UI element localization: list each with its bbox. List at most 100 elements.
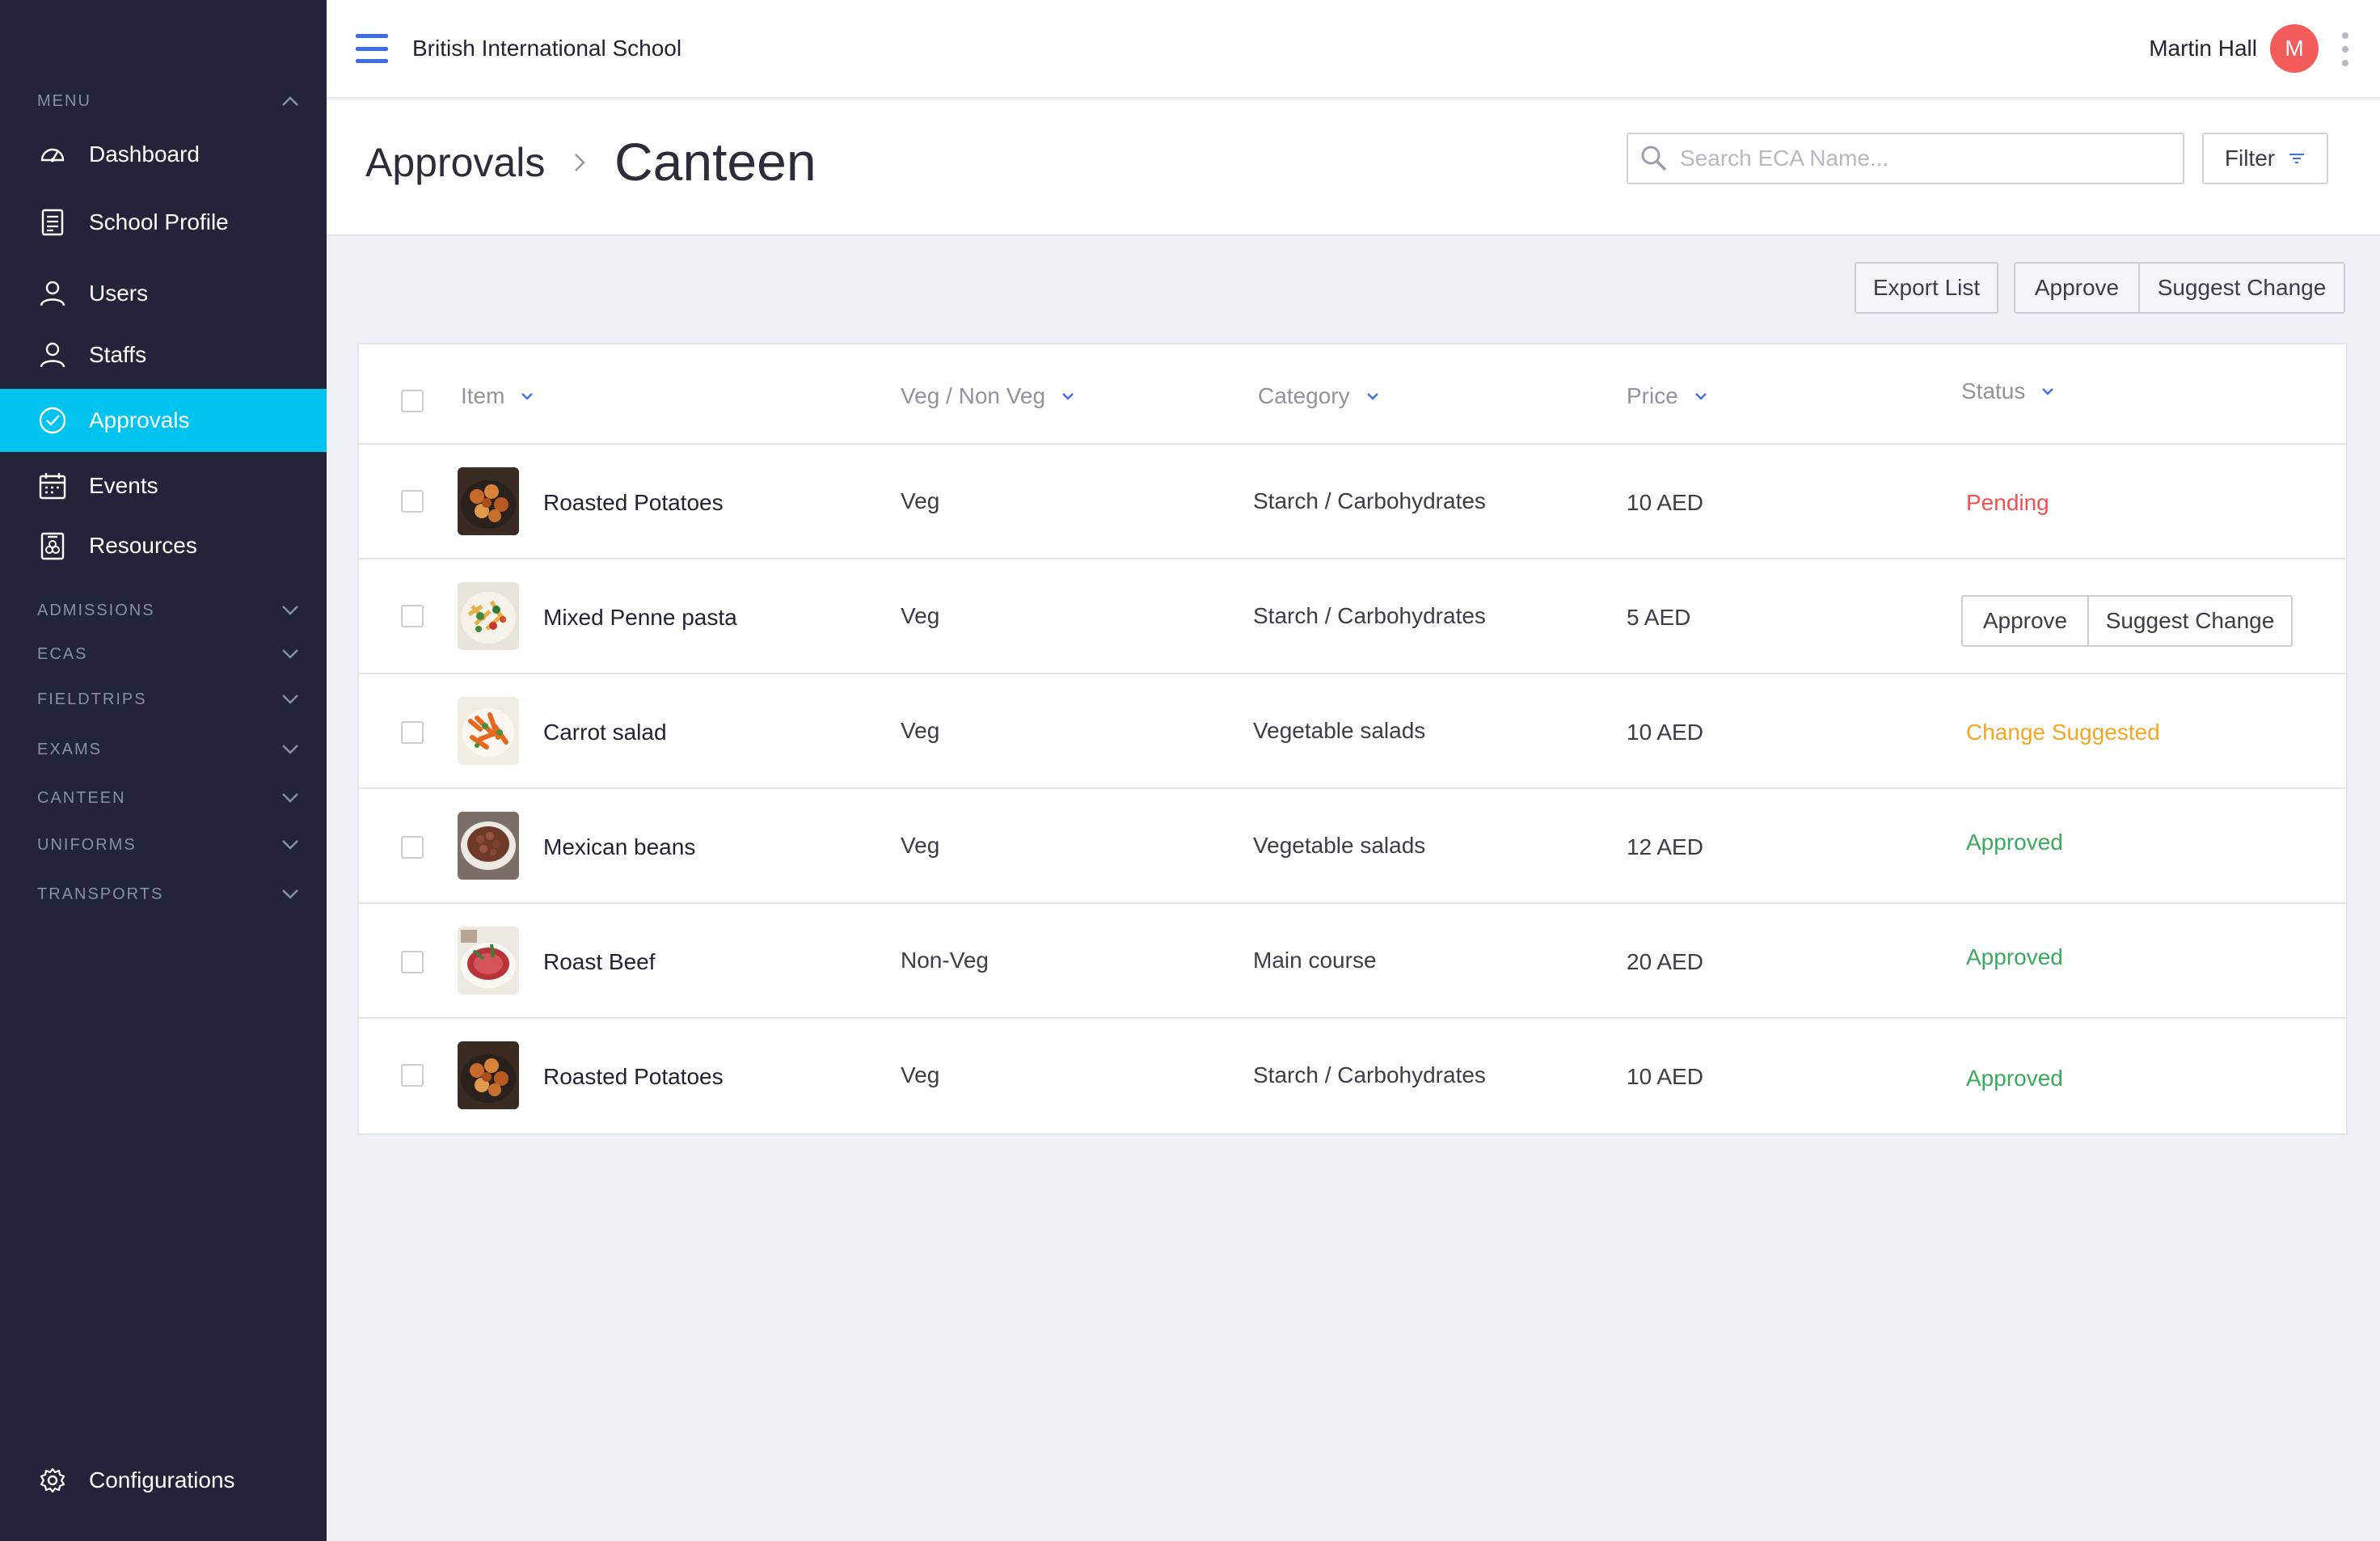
suggest-change-button[interactable]: Suggest Change — [2138, 262, 2345, 314]
page-title: Canteen — [614, 132, 817, 192]
column-header-veg[interactable]: Veg / Non Veg — [901, 383, 1076, 409]
table-header: Item Veg / Non Veg Category Price Status — [359, 344, 2346, 445]
sidebar-item-dashboard[interactable]: Dashboard — [0, 123, 327, 186]
item-name: Mexican beans — [543, 834, 696, 859]
column-header-status[interactable]: Status — [1961, 378, 2056, 404]
breadcrumb-parent[interactable]: Approvals — [365, 139, 545, 186]
table-row[interactable]: Carrot salad Veg Vegetable salads 10 AED… — [359, 674, 2346, 789]
avatar[interactable]: M — [2270, 24, 2319, 73]
section-ecas[interactable]: ECAS — [37, 642, 301, 666]
chevron-down-icon — [1060, 391, 1076, 402]
sidebar-item-label: Resources — [89, 533, 197, 558]
table-row[interactable]: Roasted Potatoes Veg Starch / Carbohydra… — [359, 1019, 2346, 1134]
item-name: Roasted Potatoes — [543, 1064, 724, 1089]
veg-type: Non-Veg — [901, 948, 989, 973]
menu-header[interactable]: MENU — [37, 91, 301, 112]
chevron-down-icon[interactable] — [280, 834, 301, 855]
sidebar-item-school-profile[interactable]: School Profile — [0, 191, 327, 254]
school-name: British International School — [412, 36, 682, 61]
sidebar-item-resources[interactable]: Resources — [0, 514, 327, 577]
column-header-item[interactable]: Item — [461, 383, 535, 409]
row-checkbox[interactable] — [401, 721, 424, 744]
section-label: FIELDTRIPS — [37, 690, 147, 708]
user-icon — [37, 340, 68, 370]
food-thumbnail — [458, 812, 519, 880]
chevron-down-icon[interactable] — [280, 884, 301, 905]
section-uniforms[interactable]: UNIFORMS — [37, 833, 301, 857]
sidebar-item-configurations[interactable]: Configurations — [0, 1449, 327, 1512]
column-label: Veg / Non Veg — [901, 383, 1046, 408]
search-box[interactable] — [1627, 133, 2184, 184]
table-row[interactable]: Roasted Potatoes Veg Starch / Carbohydra… — [359, 445, 2346, 559]
chevron-up-icon[interactable] — [280, 91, 301, 112]
sidebar-item-label: Events — [89, 473, 158, 498]
price: 12 AED — [1627, 834, 1703, 859]
section-exams[interactable]: EXAMS — [37, 737, 301, 762]
export-list-button[interactable]: Export List — [1855, 262, 1998, 314]
more-options-icon[interactable] — [2341, 32, 2349, 66]
row-checkbox[interactable] — [401, 836, 424, 859]
price: 5 AED — [1627, 605, 1691, 630]
item-name: Carrot salad — [543, 720, 667, 745]
check-circle-icon — [37, 405, 68, 436]
chevron-down-icon[interactable] — [280, 739, 301, 760]
price: 10 AED — [1627, 1064, 1703, 1089]
row-checkbox[interactable] — [401, 490, 424, 513]
food-thumbnail — [458, 927, 519, 994]
chevron-right-icon — [568, 150, 592, 175]
food-thumbnail — [458, 1041, 519, 1109]
sidebar-item-label: Dashboard — [89, 141, 200, 167]
row-approve-button[interactable]: Approve — [1961, 595, 2089, 647]
resources-icon — [37, 530, 68, 561]
chevron-down-icon[interactable] — [280, 689, 301, 710]
sidebar-item-events[interactable]: Events — [0, 454, 327, 517]
section-canteen[interactable]: CANTEEN — [37, 786, 301, 810]
price: 20 AED — [1627, 949, 1703, 974]
select-all-checkbox[interactable] — [401, 390, 424, 412]
status-badge: Pending — [1966, 490, 2049, 515]
section-label: UNIFORMS — [37, 835, 137, 854]
column-header-category[interactable]: Category — [1258, 383, 1381, 409]
row-checkbox[interactable] — [401, 1064, 424, 1087]
approve-button[interactable]: Approve — [2014, 262, 2140, 314]
item-name: Mixed Penne pasta — [543, 605, 737, 630]
food-thumbnail — [458, 467, 519, 535]
veg-type: Veg — [901, 718, 940, 743]
gear-icon — [37, 1465, 68, 1496]
category: Starch / Carbohydrates — [1253, 603, 1486, 628]
column-header-price[interactable]: Price — [1627, 383, 1709, 409]
row-checkbox[interactable] — [401, 951, 424, 973]
column-label: Status — [1961, 378, 2026, 403]
category: Starch / Carbohydrates — [1253, 488, 1486, 513]
table-row[interactable]: Mexican beans Veg Vegetable salads 12 AE… — [359, 789, 2346, 904]
sidebar-item-label: Approvals — [89, 407, 190, 433]
status-badge: Approved — [1966, 1066, 2063, 1091]
search-input[interactable] — [1680, 146, 2165, 171]
section-transports[interactable]: TRANSPORTS — [37, 882, 301, 906]
dashboard-icon — [37, 139, 68, 170]
table-row[interactable]: Roast Beef Non-Veg Main course 20 AED Ap… — [359, 904, 2346, 1019]
table-row[interactable]: Mixed Penne pasta Veg Starch / Carbohydr… — [359, 559, 2346, 674]
sidebar-item-users[interactable]: Users — [0, 262, 327, 325]
row-suggest-change-button[interactable]: Suggest Change — [2087, 595, 2293, 647]
hamburger-menu-icon[interactable] — [356, 34, 388, 63]
category: Main course — [1253, 948, 1377, 973]
section-fieldtrips[interactable]: FIELDTRIPS — [37, 687, 301, 711]
chevron-down-icon[interactable] — [280, 600, 301, 621]
filter-button[interactable]: Filter — [2202, 133, 2328, 184]
section-label: ADMISSIONS — [37, 601, 155, 619]
price: 10 AED — [1627, 490, 1703, 515]
sidebar-item-staffs[interactable]: Staffs — [0, 323, 327, 386]
sidebar-item-approvals[interactable]: Approvals — [0, 389, 327, 452]
user-name[interactable]: Martin Hall — [2149, 36, 2257, 61]
chevron-down-icon[interactable] — [280, 644, 301, 665]
section-label: EXAMS — [37, 740, 103, 758]
status-badge: Approved — [1966, 830, 2063, 855]
section-label: CANTEEN — [37, 788, 126, 807]
price: 10 AED — [1627, 720, 1703, 745]
row-checkbox[interactable] — [401, 605, 424, 627]
section-admissions[interactable]: ADMISSIONS — [37, 598, 301, 623]
chevron-down-icon — [2040, 386, 2056, 397]
veg-type: Veg — [901, 603, 940, 628]
chevron-down-icon[interactable] — [280, 787, 301, 808]
